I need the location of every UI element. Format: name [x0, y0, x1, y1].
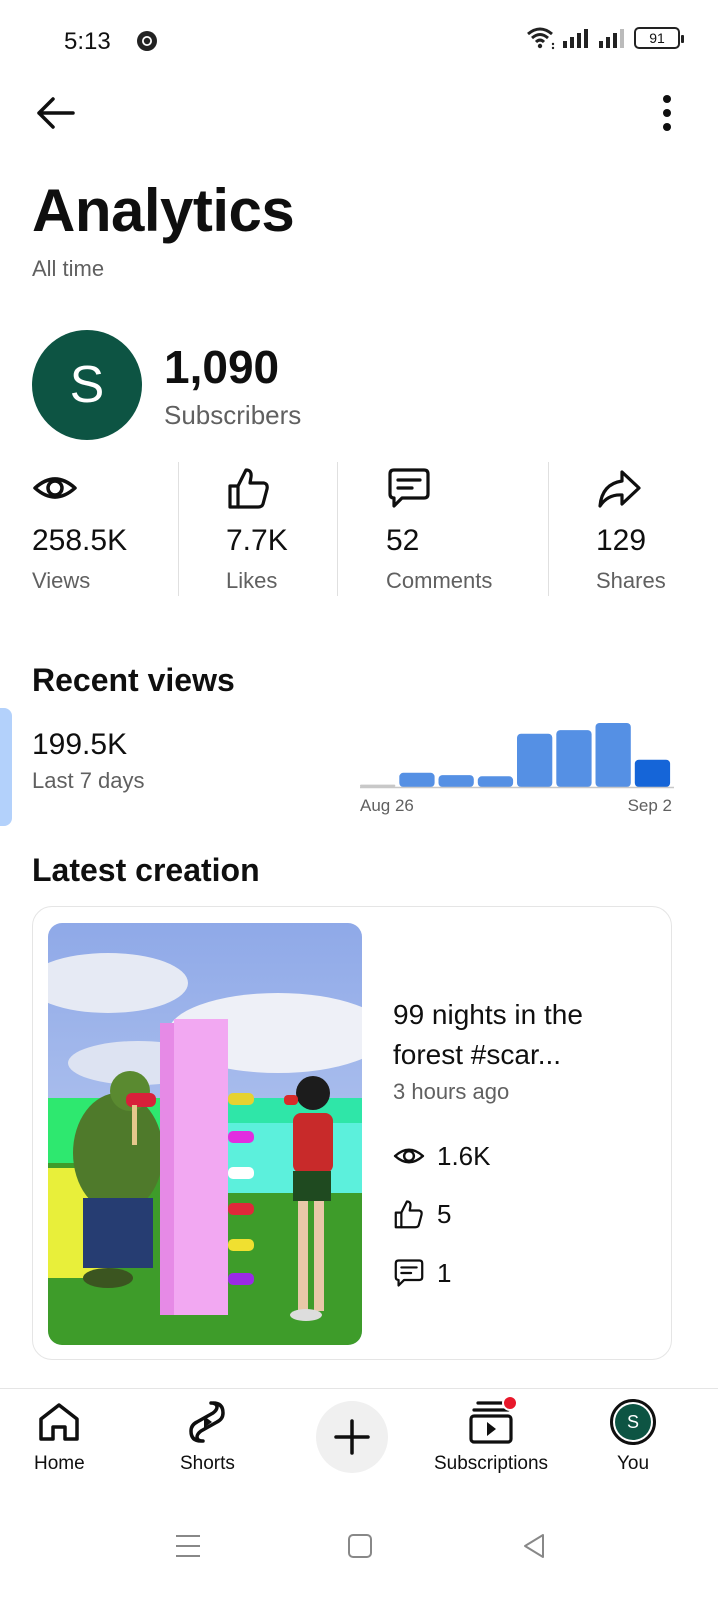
analytics-screen: 5:13 91 Analytics All time S 1,090 Subsc… — [0, 0, 718, 1600]
side-panel-handle[interactable] — [0, 708, 12, 826]
plus-icon — [334, 1419, 370, 1455]
signal-icon — [563, 29, 588, 48]
status-icons: 91 — [526, 26, 684, 50]
chart-bar-aug-27 — [399, 772, 435, 787]
status-time: 5:13 — [64, 28, 111, 55]
system-navigation — [0, 1500, 718, 1600]
you-avatar: S — [610, 1399, 656, 1445]
video-comments: 1 — [393, 1256, 451, 1290]
thumbs-up-icon — [394, 1200, 423, 1229]
thumbs-up-icon — [228, 468, 269, 509]
notification-dot — [502, 1395, 519, 1411]
share-icon — [598, 470, 641, 508]
home-icon — [39, 1403, 80, 1441]
stat-value: 258.5K — [32, 524, 128, 557]
stat-value: 129 — [596, 524, 647, 557]
nav-you[interactable]: S You — [610, 1399, 656, 1475]
recent-views-period: Last 7 days — [32, 768, 145, 793]
status-bar: 5:13 91 — [0, 0, 718, 84]
eye-icon — [33, 477, 77, 499]
stats-row: 258.5K Views 7.7K Likes 52 Comments 129 … — [0, 462, 718, 596]
chart-bar-aug-26 — [360, 784, 396, 787]
nav-home[interactable]: Home — [34, 1399, 85, 1475]
page-title: Analytics — [32, 177, 295, 244]
chart-x-end-label: Sep 2 — [627, 796, 672, 815]
square-icon — [348, 1534, 372, 1558]
wifi-icon — [527, 27, 555, 50]
nav-you-label: You — [616, 1453, 650, 1474]
comment-icon — [388, 468, 430, 508]
home-system-button[interactable] — [340, 1526, 380, 1566]
more-vert-icon — [663, 95, 671, 131]
chart-bar-aug-31 — [556, 730, 592, 787]
nav-subscriptions-label: Subscriptions — [434, 1453, 549, 1474]
recent-views-title: Recent views — [32, 662, 235, 698]
thumbnail-image — [48, 923, 362, 1345]
battery-indicator: 91 — [634, 27, 684, 49]
channel-avatar: S — [32, 330, 142, 440]
video-age: 3 hours ago — [393, 1079, 510, 1104]
video-views-value: 1.6K — [437, 1140, 491, 1171]
stat-value: 52 — [386, 524, 420, 557]
recent-views-value: 199.5K — [32, 728, 128, 761]
stat-label: Likes — [226, 568, 278, 593]
recents-button[interactable] — [168, 1526, 208, 1566]
signal-icon-2 — [599, 29, 624, 48]
more-options-button[interactable] — [652, 90, 682, 136]
video-views: 1.6K — [393, 1139, 491, 1173]
chart-bar-sep-2 — [634, 759, 671, 787]
latest-creation-title: Latest creation — [32, 852, 260, 888]
chart-x-start-label: Aug 26 — [360, 796, 414, 815]
create-button[interactable] — [316, 1401, 388, 1473]
eye-icon — [393, 1148, 425, 1164]
comment-icon — [394, 1259, 424, 1287]
video-title[interactable]: 99 nights in the forest #scar... — [393, 995, 653, 1075]
back-system-button[interactable] — [514, 1526, 554, 1566]
chart-bar-aug-30 — [517, 733, 553, 787]
video-thumbnail[interactable] — [48, 923, 362, 1345]
bottom-navigation: Home Shorts Subscriptions S You — [0, 1388, 718, 1488]
stat-divider — [337, 462, 338, 596]
back-button[interactable] — [32, 90, 78, 136]
back-arrow-icon — [37, 97, 75, 129]
nav-home-label: Home — [34, 1453, 85, 1474]
chrome-icon — [137, 31, 157, 51]
menu-icon — [176, 1535, 200, 1557]
subscriber-label: Subscribers — [164, 400, 302, 430]
video-comments-value: 1 — [437, 1257, 452, 1288]
chart-bar-aug-28 — [438, 775, 474, 787]
latest-video-card[interactable]: 99 nights in the forest #scar... 3 hours… — [32, 906, 672, 1360]
time-range-label: All time — [32, 256, 105, 281]
stat-label: Comments — [386, 568, 493, 593]
nav-shorts[interactable]: Shorts — [180, 1399, 235, 1475]
nav-shorts-label: Shorts — [180, 1453, 235, 1474]
chart-bar-sep-1 — [595, 723, 631, 787]
stat-label: Shares — [596, 568, 666, 593]
stat-divider — [548, 462, 549, 596]
stat-value: 7.7K — [226, 524, 288, 557]
video-likes: 5 — [393, 1197, 451, 1231]
shorts-icon — [189, 1401, 226, 1443]
nav-subscriptions[interactable]: Subscriptions — [434, 1395, 549, 1475]
triangle-back-icon — [524, 1534, 544, 1558]
chart-bar-aug-29 — [477, 776, 514, 787]
stat-divider — [178, 462, 179, 596]
video-likes-value: 5 — [437, 1198, 452, 1229]
you-avatar-letter: S — [615, 1404, 651, 1440]
subscriber-count: 1,090 — [164, 341, 280, 393]
stat-label: Views — [32, 568, 91, 593]
